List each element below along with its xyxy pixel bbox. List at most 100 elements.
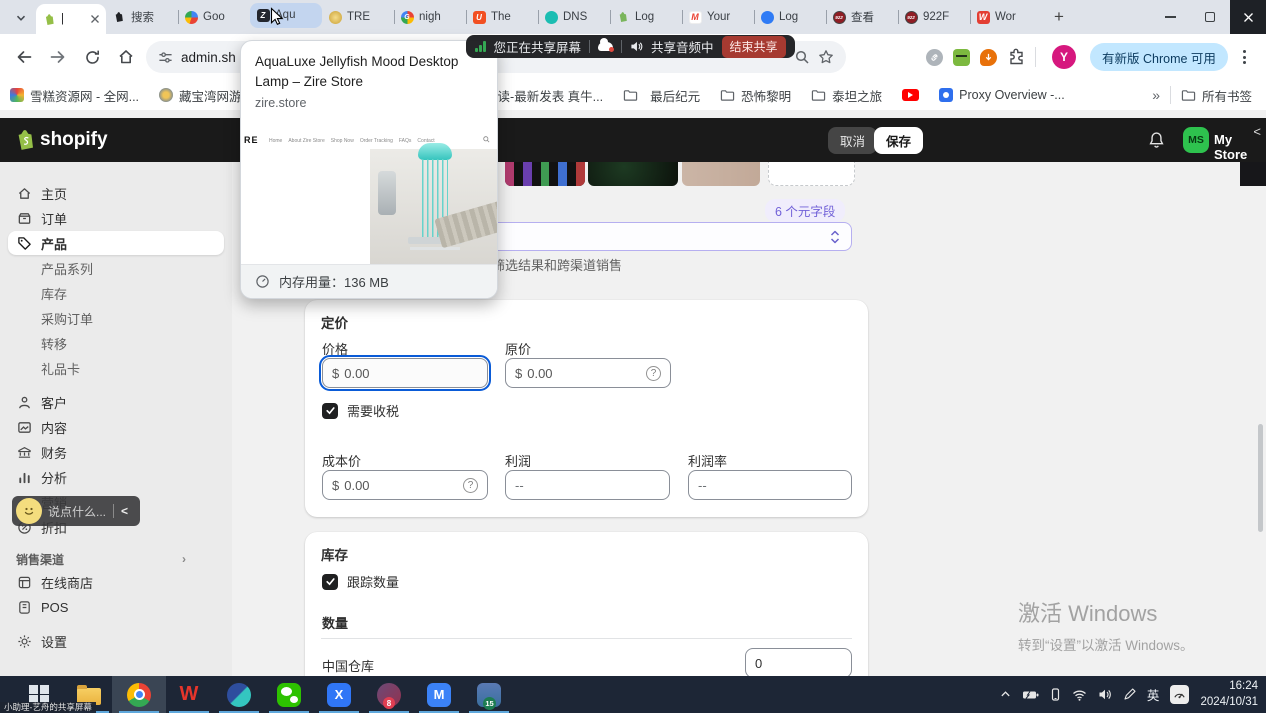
tab-sousuo[interactable]: 搜索 — [106, 0, 178, 34]
bookmark-youtube[interactable] — [902, 89, 919, 101]
tab-log-shopify[interactable]: Log — [610, 0, 682, 34]
media-thumbnail-beige[interactable] — [682, 162, 760, 186]
sidebar-item-transfers[interactable]: 转移 — [8, 331, 224, 355]
profit-input[interactable]: -- — [505, 470, 670, 500]
notifications-bell-icon[interactable] — [1148, 131, 1165, 149]
back-button[interactable] — [10, 43, 38, 71]
ime-indicator[interactable]: 英 — [1147, 685, 1160, 704]
sidebar-item-finances[interactable]: 财务 — [8, 440, 224, 464]
sidebar-item-content[interactable]: 内容 — [8, 415, 224, 439]
sidebar-item-collections[interactable]: 产品系列 — [8, 256, 224, 280]
sidebar-item-purchase-orders[interactable]: 采购订单 — [8, 306, 224, 330]
charge-tax-checkbox-row[interactable]: 需要收税 — [322, 401, 399, 420]
bookmark-folder-kongbuliming[interactable]: 恐怖黎明 — [720, 86, 791, 105]
tab-close-icon[interactable] — [90, 14, 100, 24]
sidebar-item-gift-cards[interactable]: 礼品卡 — [8, 356, 224, 380]
tab-tre[interactable]: TRE — [322, 0, 394, 34]
chrome-icon[interactable] — [126, 676, 152, 713]
sidebar-item-online-store[interactable]: 在线商店 — [8, 570, 224, 594]
metafields-badge[interactable]: 6 个元字段 — [765, 199, 845, 222]
sidebar-item-products[interactable]: 产品 — [8, 231, 224, 255]
checkbox-checked-icon[interactable] — [322, 574, 338, 590]
tab-chakan-922[interactable]: 922查看 — [826, 0, 898, 34]
save-button[interactable]: 保存 — [874, 127, 923, 154]
taskbar-clock[interactable]: 16:24 2024/10/31 — [1200, 679, 1258, 710]
hidden-icons-chevron[interactable] — [1000, 689, 1011, 700]
tab-aqu-zire[interactable]: ZAqu — [250, 3, 322, 28]
all-bookmarks-folder[interactable]: 所有书签 — [1181, 86, 1252, 105]
zoom-icon[interactable] — [794, 49, 810, 65]
sidebar-item-settings[interactable]: 设置 — [8, 629, 224, 653]
link-extension-icon[interactable] — [926, 49, 943, 66]
store-avatar[interactable]: MS — [1183, 127, 1209, 153]
profile-avatar[interactable]: Y — [1052, 45, 1076, 69]
media-add-tile[interactable] — [768, 162, 855, 186]
wechat-icon[interactable] — [276, 676, 302, 713]
page-scrollbar[interactable] — [1258, 424, 1263, 532]
new-tab-button[interactable]: + — [1046, 4, 1072, 30]
sidebar-item-pos[interactable]: POS — [8, 595, 224, 619]
quantity-input[interactable]: 0 — [745, 648, 852, 676]
sales-channels-header[interactable]: 销售渠道› — [8, 550, 224, 568]
collapse-arrow[interactable]: < — [1253, 124, 1261, 139]
cancel-button[interactable]: 取消 — [828, 127, 877, 154]
tab-your-gmail[interactable]: MYour — [682, 0, 754, 34]
volume-icon[interactable] — [1098, 688, 1112, 701]
download-extension-icon[interactable] — [980, 49, 997, 66]
battery-icon[interactable] — [1022, 689, 1039, 701]
margin-input[interactable]: -- — [688, 470, 852, 500]
restore-button[interactable] — [1190, 0, 1230, 34]
x-app-icon[interactable]: X — [326, 676, 352, 713]
sidebar-item-inventory[interactable]: 库存 — [8, 281, 224, 305]
wifi-icon[interactable] — [1072, 689, 1087, 701]
sidebar-item-orders[interactable]: 订单 — [8, 206, 224, 230]
help-icon[interactable]: ? — [646, 366, 661, 381]
reload-button[interactable] — [78, 43, 106, 71]
checkbox-checked-icon[interactable] — [322, 403, 338, 419]
bookmark-xuegao[interactable]: 雪糕资源网 - 全网... — [10, 86, 139, 105]
gauge-tray-icon[interactable] — [1170, 685, 1189, 704]
bookmark-zuixinfabiao[interactable]: 读-最新发表 真牛... — [498, 86, 604, 105]
help-icon[interactable]: ? — [463, 478, 478, 493]
tab-the[interactable]: UThe — [466, 0, 538, 34]
meeting-app-icon[interactable] — [598, 42, 613, 51]
bookmark-folder-zuihoujiyuan[interactable]: 最后纪元 — [623, 86, 700, 105]
tab-dns[interactable]: DNS — [538, 0, 610, 34]
tab-log-blue[interactable]: Log — [754, 0, 826, 34]
bookmark-cangbaowan[interactable]: 藏宝湾网游 — [159, 86, 242, 105]
m-app-icon[interactable]: M — [426, 676, 452, 713]
close-button[interactable] — [1230, 0, 1266, 34]
media-thumbnail-dark[interactable] — [588, 162, 678, 186]
stop-sharing-button[interactable]: 结束共享 — [722, 36, 786, 58]
site-settings-icon[interactable] — [158, 50, 173, 65]
chrome-update-button[interactable]: 有新版 Chrome 可用 — [1090, 43, 1228, 71]
bookmarks-overflow-icon[interactable]: » — [1152, 87, 1160, 103]
phone-icon[interactable] — [1050, 688, 1061, 702]
price-input[interactable]: $0.00 — [322, 358, 488, 388]
extensions-puzzle-icon[interactable] — [1007, 48, 1025, 66]
track-quantity-checkbox-row[interactable]: 跟踪数量 — [322, 572, 399, 591]
browser-menu-icon[interactable] — [1236, 43, 1254, 71]
cost-input[interactable]: $0.00? — [322, 470, 488, 500]
chat-collapse-button[interactable]: < — [121, 504, 128, 518]
bookmark-folder-taitanzhilv[interactable]: 泰坦之旅 — [811, 86, 882, 105]
forward-button[interactable] — [44, 43, 72, 71]
home-button[interactable] — [112, 43, 140, 71]
minimize-button[interactable] — [1150, 0, 1190, 34]
tab-active-shopify[interactable]: | — [36, 4, 106, 34]
app-badge-8-icon[interactable]: 8 — [376, 676, 402, 713]
tab-search-button[interactable] — [8, 4, 34, 32]
sidebar-item-analytics[interactable]: 分析 — [8, 465, 224, 489]
bookmark-proxy-overview[interactable]: Proxy Overview -... — [939, 88, 1065, 102]
bookmark-star-icon[interactable] — [818, 49, 834, 65]
sidebar-item-home[interactable]: 主页 — [8, 181, 224, 205]
smiley-icon[interactable] — [16, 498, 42, 524]
tab-nigh[interactable]: Gnigh — [394, 0, 466, 34]
tab-goo[interactable]: Goo — [178, 0, 250, 34]
shield-app-icon[interactable] — [226, 676, 252, 713]
tab-922f[interactable]: 922922F — [898, 0, 970, 34]
adblock-glasses-extension-icon[interactable] — [953, 49, 970, 66]
app-badge-15-icon[interactable]: 15 — [476, 676, 502, 713]
sidebar-item-customers[interactable]: 客户 — [8, 390, 224, 414]
compare-price-input[interactable]: $0.00? — [505, 358, 671, 388]
